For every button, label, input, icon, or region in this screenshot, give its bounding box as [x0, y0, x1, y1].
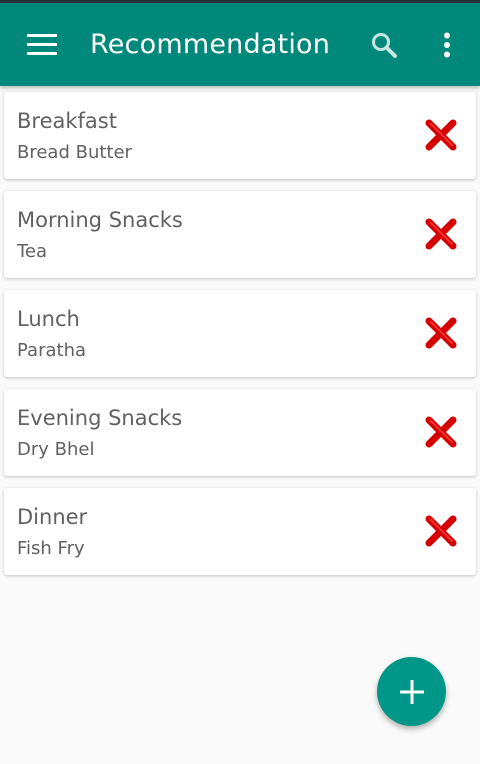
- delete-button[interactable]: [422, 116, 460, 154]
- meal-label: Morning Snacks: [17, 208, 183, 232]
- meal-item: Paratha: [17, 340, 87, 361]
- meal-card-breakfast[interactable]: Breakfast Bread Butter: [4, 92, 476, 179]
- delete-button[interactable]: [422, 512, 460, 550]
- meal-label: Evening Snacks: [17, 406, 183, 430]
- app-bar: Recommendation: [0, 3, 480, 86]
- meal-label: Dinner: [17, 505, 88, 529]
- add-meal-button[interactable]: [377, 657, 446, 726]
- delete-button[interactable]: [422, 314, 460, 352]
- meal-card-evening-snacks[interactable]: Evening Snacks Dry Bhel: [4, 389, 476, 476]
- page-title: Recommendation: [90, 29, 331, 60]
- menu-button[interactable]: [20, 23, 64, 67]
- overflow-menu-button[interactable]: [425, 23, 469, 67]
- meal-item: Bread Butter: [17, 142, 132, 163]
- red-x-icon: [425, 515, 457, 547]
- delete-button[interactable]: [422, 413, 460, 451]
- hamburger-menu-icon: [27, 34, 57, 55]
- meal-item: Tea: [17, 241, 48, 262]
- plus-icon: [399, 679, 424, 704]
- red-x-icon: [425, 119, 457, 151]
- meal-item: Dry Bhel: [17, 439, 95, 460]
- search-button[interactable]: [362, 23, 406, 67]
- delete-button[interactable]: [422, 215, 460, 253]
- meal-card-morning-snacks[interactable]: Morning Snacks Tea: [4, 191, 476, 278]
- red-x-icon: [425, 218, 457, 250]
- meal-item: Fish Fry: [17, 538, 85, 559]
- meal-card-dinner[interactable]: Dinner Fish Fry: [4, 488, 476, 575]
- meal-label: Breakfast: [17, 109, 117, 133]
- red-x-icon: [425, 317, 457, 349]
- meal-label: Lunch: [17, 307, 80, 331]
- meal-card-lunch[interactable]: Lunch Paratha: [4, 290, 476, 377]
- red-x-icon: [425, 416, 457, 448]
- meal-list: Breakfast Bread Butter Morning Snacks Te…: [4, 92, 476, 587]
- search-icon: [372, 33, 397, 58]
- more-vertical-icon: [444, 32, 450, 58]
